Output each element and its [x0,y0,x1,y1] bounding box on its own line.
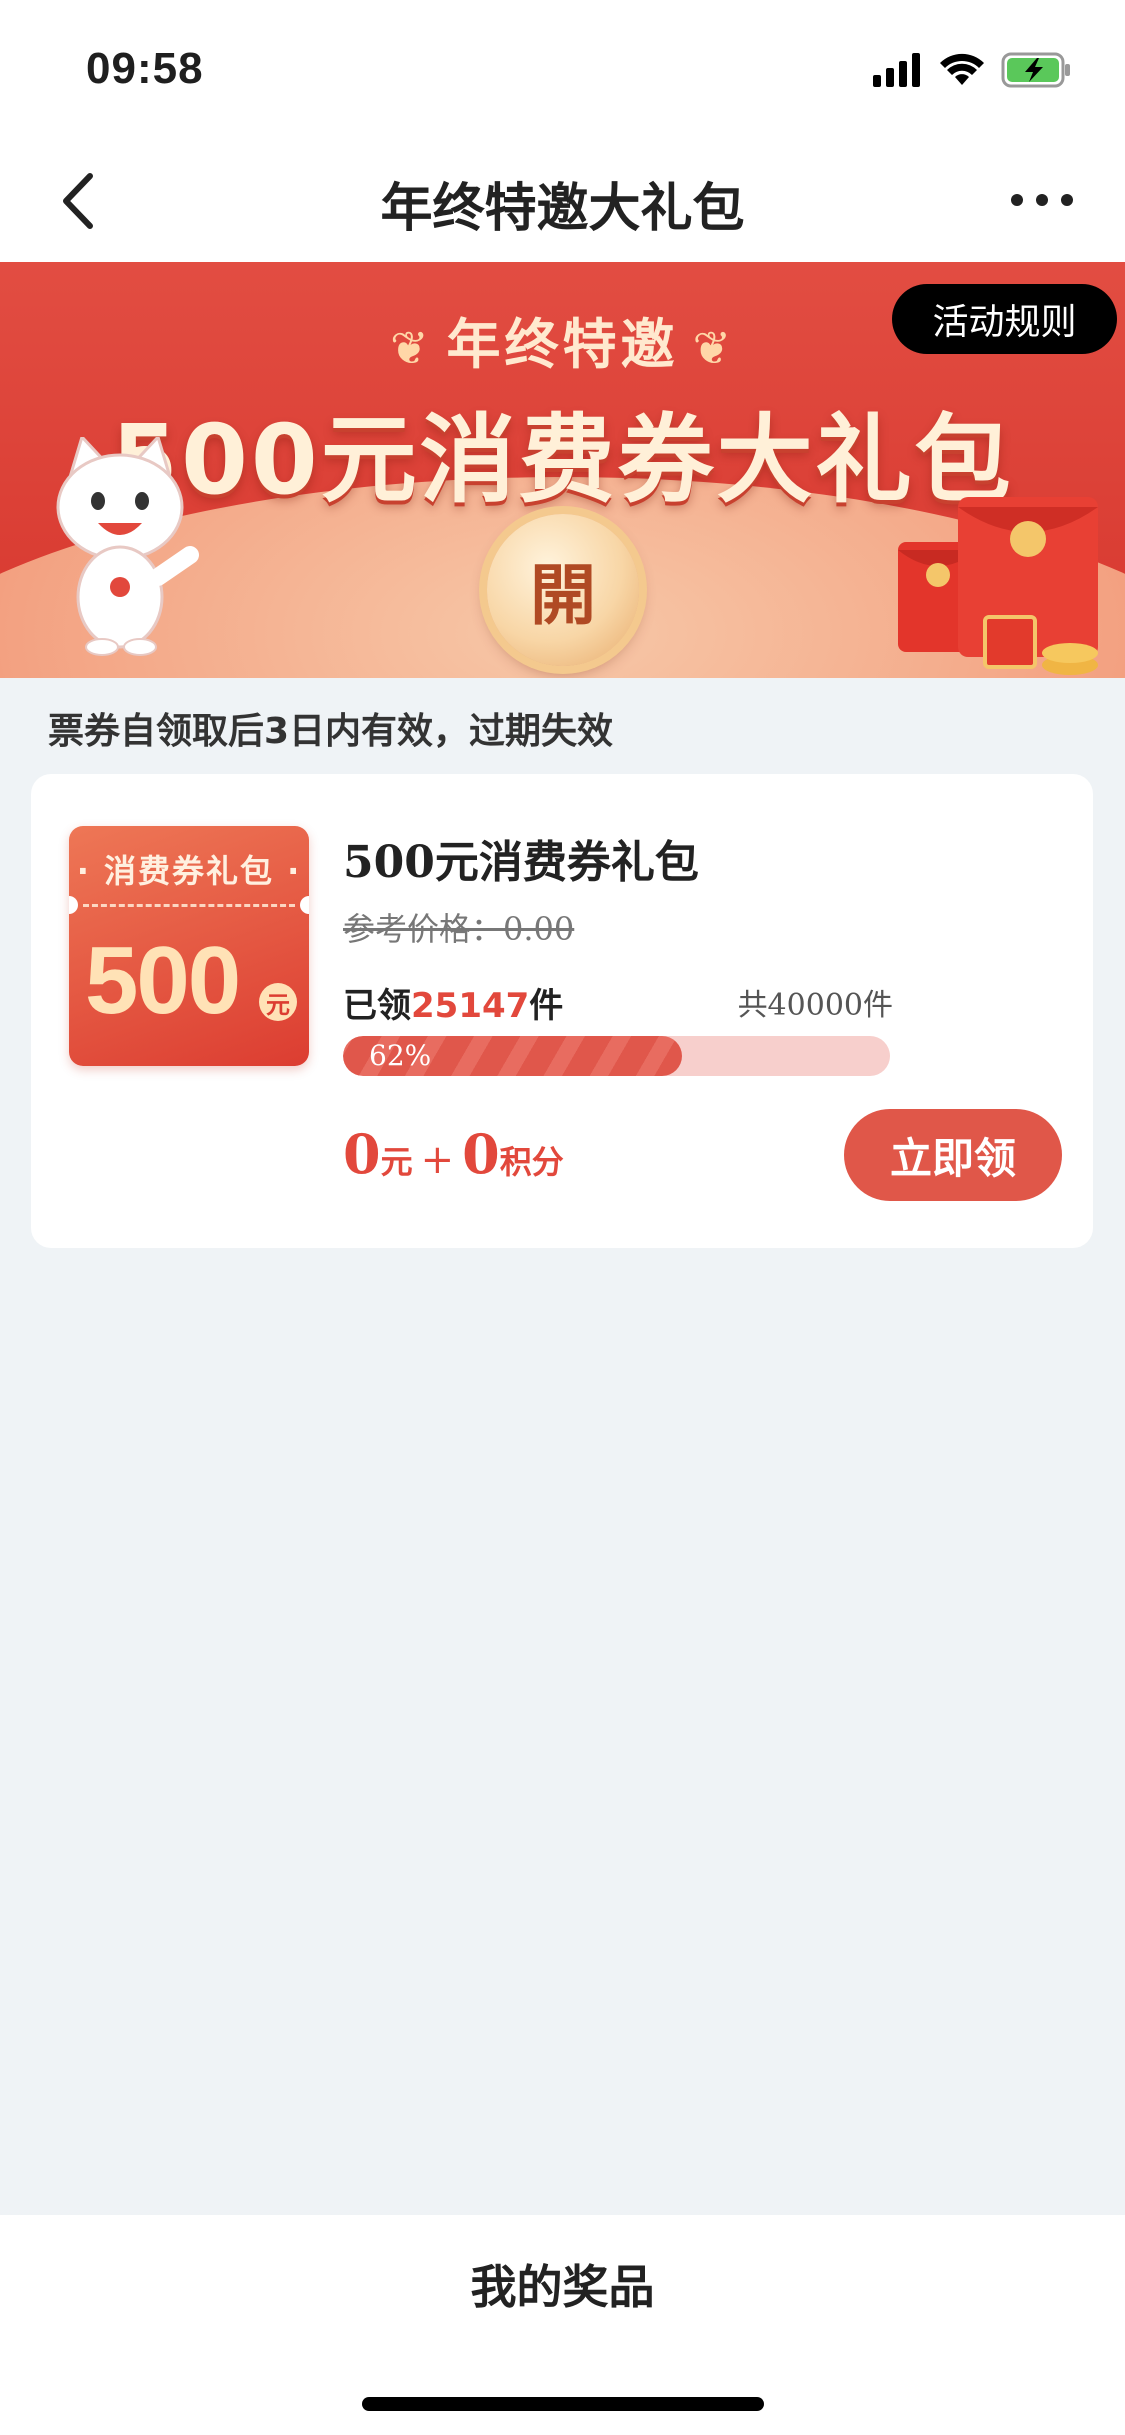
item-title: 500元消费券礼包 [343,837,699,888]
price-points-unit: 积分 [499,1143,564,1181]
price-points: 0 [462,1122,500,1186]
open-button[interactable]: 開 [487,514,639,666]
bottom-bar: 我的奖品 [0,2215,1125,2435]
claim-progress-bar: 62% [343,1036,890,1076]
total-count: 共40000件 [737,988,893,1023]
claimed-number: 25147 [411,986,530,1026]
price-yuan-unit: 元 [380,1143,413,1181]
coupon-divider [83,904,295,907]
price-plus: + [420,1137,455,1183]
coupon-notch-left [69,896,78,914]
laurel-left-icon: ❦ [389,321,433,376]
banner-subtitle-text: 年终特邀 [446,313,679,376]
coupon-unit: 元 [259,983,297,1021]
promo-banner: ❦ 年终特邀 ❦ 500元消费券大礼包 開 活动规则 [0,262,1125,678]
price: 0元 +0积分 [343,1122,564,1186]
wifi-icon [940,53,984,85]
coupon-top-label: · 消费券礼包 · [76,852,302,890]
coupon-amount: 500 [85,927,241,1034]
rules-button[interactable]: 活动规则 [892,284,1117,354]
claimed-prefix: 已领 [343,986,411,1026]
status-time: 09:58 [86,44,204,93]
price-yuan: 0 [343,1122,381,1186]
status-bar: 09:58 [0,0,1125,140]
my-prizes-button[interactable]: 我的奖品 [0,2251,1125,2317]
claim-now-button[interactable]: 立即领 [844,1109,1062,1201]
status-icons [873,50,1073,90]
home-indicator[interactable] [362,2397,764,2411]
more-icon[interactable] [1009,188,1075,212]
coupon-notch-right [300,896,309,914]
progress-label: 62% [369,1039,432,1072]
claimed-count: 已领25147件 [343,978,563,1027]
signal-icon [873,53,920,87]
reference-price: 参考价格：0.00 [343,910,575,948]
coupon-card: · 消费券礼包 · 500 元 500元消费券礼包 参考价格：0.00 已领25… [31,774,1093,1248]
validity-notice: 票券自领取后3日内有效，过期失效 [48,711,614,752]
coupon-image: · 消费券礼包 · 500 元 [69,826,309,1066]
battery-charging-icon [1001,52,1070,88]
nav-bar: 年终特邀大礼包 [0,140,1125,262]
cat-mascot-icon [56,437,199,656]
page-title: 年终特邀大礼包 [380,179,745,239]
open-button-label: 開 [530,556,596,634]
coupon-top-text: 消费券礼包 [103,852,274,890]
laurel-right-icon: ❦ [692,321,736,376]
red-envelope-icon [898,497,1098,675]
claimed-suffix: 件 [529,986,564,1026]
